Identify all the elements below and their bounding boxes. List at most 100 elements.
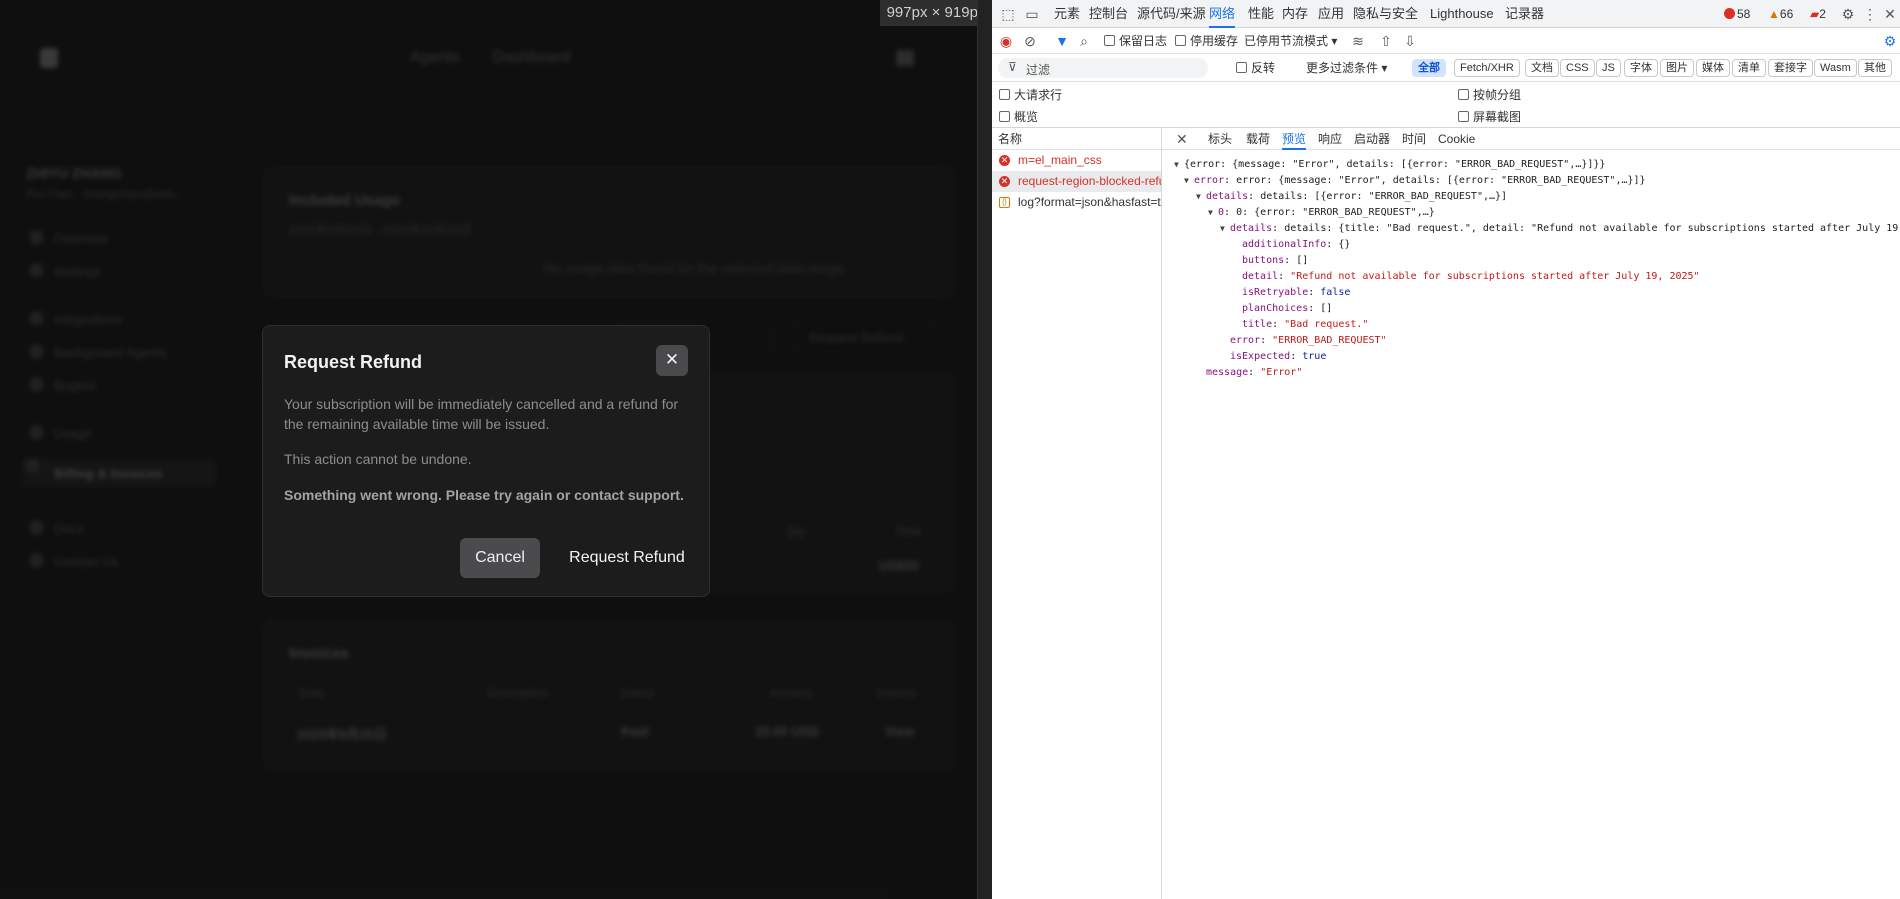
screen: Agents Dashboard ZHIYU ZHANG Pro Plan · … bbox=[0, 0, 1900, 899]
tab-application[interactable]: 应用 bbox=[1318, 0, 1344, 28]
filter-funnel-icon: ⊽ bbox=[1008, 60, 1017, 74]
error-icon: ✕ bbox=[999, 176, 1010, 187]
document-icon: {} bbox=[999, 197, 1010, 208]
cancel-button[interactable]: Cancel bbox=[460, 538, 540, 578]
tab-console[interactable]: 控制台 bbox=[1089, 0, 1128, 28]
tab-sources[interactable]: 源代码/来源 bbox=[1137, 0, 1206, 28]
json-message: message: "Error" bbox=[1206, 367, 1303, 378]
detail-tab-initiator[interactable]: 启动器 bbox=[1354, 128, 1390, 150]
detail-tab-headers[interactable]: 标头 bbox=[1208, 128, 1232, 150]
more-options-icon[interactable]: ⋮ bbox=[1862, 6, 1878, 22]
chip-font[interactable]: 字体 bbox=[1624, 59, 1658, 77]
wifi-icon[interactable]: ≋ bbox=[1350, 33, 1366, 49]
error-count-badge[interactable]: 58 bbox=[1724, 6, 1750, 22]
gear-icon[interactable]: ⚙ bbox=[1840, 6, 1856, 22]
dialog-warning: This action cannot be undone. bbox=[284, 451, 472, 467]
error-count: 58 bbox=[1737, 7, 1751, 21]
filter-input[interactable]: ⊽ 过滤 bbox=[998, 58, 1208, 78]
request-list-header[interactable]: 名称 bbox=[992, 128, 1161, 150]
web-page: Agents Dashboard ZHIYU ZHANG Pro Plan · … bbox=[0, 0, 977, 899]
chip-js[interactable]: JS bbox=[1596, 59, 1621, 77]
filter-bar: ⊽ 过滤 反转 更多过滤条件 ▾ 全部 Fetch/XHR 文档 CSS JS … bbox=[992, 54, 1900, 82]
dialog-error: Something went wrong. Please try again o… bbox=[284, 487, 684, 503]
filter-placeholder: 过滤 bbox=[1026, 63, 1051, 77]
tab-network[interactable]: 网络 bbox=[1209, 0, 1236, 28]
request-list: 名称 ✕ m=el_main_css ✕ request-region-blocke… bbox=[992, 128, 1162, 899]
clear-icon[interactable]: ⊘ bbox=[1022, 33, 1038, 49]
warning-count-badge[interactable]: ▲66 bbox=[1768, 6, 1793, 22]
detail-tab-response[interactable]: 响应 bbox=[1318, 128, 1342, 150]
json-item-0[interactable]: ▼ 0: 0: {error: "ERROR_BAD_REQUEST",…} bbox=[1208, 206, 1435, 220]
issues-count: 2 bbox=[1819, 7, 1826, 21]
invert-checkbox[interactable]: 反转 bbox=[1236, 60, 1275, 76]
devtools-tab-bar: ⬚ ▭ 元素 控制台 源代码/来源 网络 性能 内存 应用 隐私与安全 Ligh… bbox=[992, 0, 1900, 28]
tab-privacy-security[interactable]: 隐私与安全 bbox=[1353, 0, 1418, 28]
tab-performance[interactable]: 性能 bbox=[1248, 0, 1274, 28]
dialog-title: Request Refund bbox=[284, 352, 423, 372]
throttle-select[interactable]: 已停用节流模式 ▾ bbox=[1244, 33, 1337, 49]
preserve-log-checkbox[interactable]: 保留日志 bbox=[1104, 33, 1167, 49]
warning-icon: ▲ bbox=[1768, 7, 1780, 21]
json-root[interactable]: ▼ {error: {message: "Error", details: [{e… bbox=[1174, 158, 1605, 172]
tab-elements[interactable]: 元素 bbox=[1054, 0, 1080, 28]
request-row[interactable]: ✕ m=el_main_css bbox=[992, 150, 1161, 171]
network-options: 大请求行 按帧分组 概览 屏幕截图 bbox=[992, 82, 1900, 128]
devtools-panel: ⬚ ▭ 元素 控制台 源代码/来源 网络 性能 内存 应用 隐私与安全 Ligh… bbox=[992, 0, 1900, 899]
chip-img[interactable]: 图片 bbox=[1660, 59, 1694, 77]
device-toolbar-icon[interactable]: ▭ bbox=[1024, 6, 1040, 22]
disable-cache-checkbox[interactable]: 停用缓存 bbox=[1175, 33, 1238, 49]
network-settings-icon[interactable]: ⚙ bbox=[1882, 33, 1898, 49]
detail-tab-timing[interactable]: 时间 bbox=[1402, 128, 1426, 150]
chip-all[interactable]: 全部 bbox=[1412, 59, 1446, 77]
overview-checkbox[interactable]: 概览 bbox=[999, 109, 1038, 125]
chip-fetch-xhr[interactable]: Fetch/XHR bbox=[1454, 59, 1520, 77]
warning-count: 66 bbox=[1779, 7, 1794, 21]
viewport-size-tooltip: 997px × 919px bbox=[880, 0, 992, 26]
close-icon[interactable]: ✕ bbox=[656, 345, 688, 376]
download-icon[interactable]: ⇩ bbox=[1402, 33, 1418, 49]
request-refund-dialog: Request Refund ✕ Your subscription will … bbox=[262, 325, 710, 597]
chip-css[interactable]: CSS bbox=[1560, 59, 1595, 77]
tab-memory[interactable]: 内存 bbox=[1282, 0, 1308, 28]
tab-recorder[interactable]: 记录器 bbox=[1505, 0, 1544, 28]
issues-count-badge[interactable]: ▰2 bbox=[1810, 6, 1826, 22]
detail-tab-cookie[interactable]: Cookie bbox=[1438, 128, 1475, 150]
close-detail-icon[interactable]: ✕ bbox=[1176, 131, 1188, 148]
network-toolbar: ◉ ⊘ ▼ ⌕ 保留日志 停用缓存 已停用节流模式 ▾ ≋ ⇧ ⇩ ⚙ bbox=[992, 28, 1900, 54]
group-by-frame-checkbox[interactable]: 按帧分组 bbox=[1458, 87, 1521, 103]
filter-icon[interactable]: ▼ bbox=[1054, 33, 1070, 49]
detail-tab-bar: ✕ 标头 载荷 预览 响应 启动器 时间 Cookie bbox=[1162, 128, 1900, 150]
request-row[interactable]: {}log?format=json&hasfast=true bbox=[992, 192, 1161, 213]
chip-other[interactable]: 其他 bbox=[1858, 59, 1892, 77]
screenshots-checkbox[interactable]: 屏幕截图 bbox=[1458, 109, 1521, 125]
chip-wasm[interactable]: Wasm bbox=[1814, 59, 1857, 77]
error-icon bbox=[1724, 8, 1735, 19]
inspect-icon[interactable]: ⬚ bbox=[1000, 6, 1016, 22]
detail-tab-payload[interactable]: 载荷 bbox=[1246, 128, 1270, 150]
upload-icon[interactable]: ⇧ bbox=[1378, 33, 1394, 49]
chip-manifest[interactable]: 清单 bbox=[1732, 59, 1766, 77]
json-details[interactable]: ▼ details: details: [{error: "ERROR_BAD_R… bbox=[1196, 190, 1507, 204]
json-buttons: buttons: [] bbox=[1242, 255, 1309, 266]
json-error[interactable]: ▼ error: error: {message: "Error", detail… bbox=[1184, 174, 1646, 188]
more-filters-dropdown[interactable]: 更多过滤条件 ▾ bbox=[1306, 60, 1387, 76]
large-rows-checkbox[interactable]: 大请求行 bbox=[999, 87, 1062, 103]
json-detail: detail: "Refund not available for subscr… bbox=[1242, 271, 1700, 282]
dialog-body: Your subscription will be immediately ca… bbox=[284, 396, 679, 432]
json-plan-choices: planChoices: [] bbox=[1242, 303, 1333, 314]
json-additional-info: additionalInfo: {} bbox=[1242, 239, 1351, 250]
chip-doc[interactable]: 文档 bbox=[1525, 59, 1559, 77]
close-devtools-icon[interactable]: ✕ bbox=[1882, 6, 1898, 22]
chip-socket[interactable]: 套接字 bbox=[1768, 59, 1813, 77]
json-error-code: error: "ERROR_BAD_REQUEST" bbox=[1230, 335, 1387, 346]
devtools-resize-handle[interactable] bbox=[977, 0, 992, 899]
detail-tab-preview[interactable]: 预览 bbox=[1282, 128, 1307, 150]
chip-media[interactable]: 媒体 bbox=[1696, 59, 1730, 77]
tab-lighthouse[interactable]: Lighthouse bbox=[1430, 0, 1494, 28]
search-icon[interactable]: ⌕ bbox=[1076, 33, 1092, 49]
request-detail: ✕ 标头 载荷 预览 响应 启动器 时间 Cookie ▼ {error: {me… bbox=[1162, 128, 1900, 899]
request-refund-button[interactable]: Request Refund bbox=[562, 538, 692, 578]
json-inner-details[interactable]: ▼ details: details: {title: "Bad request.… bbox=[1220, 222, 1900, 236]
record-icon[interactable]: ◉ bbox=[998, 33, 1014, 49]
request-row[interactable]: ✕request-region-blocked-refund bbox=[992, 171, 1161, 192]
